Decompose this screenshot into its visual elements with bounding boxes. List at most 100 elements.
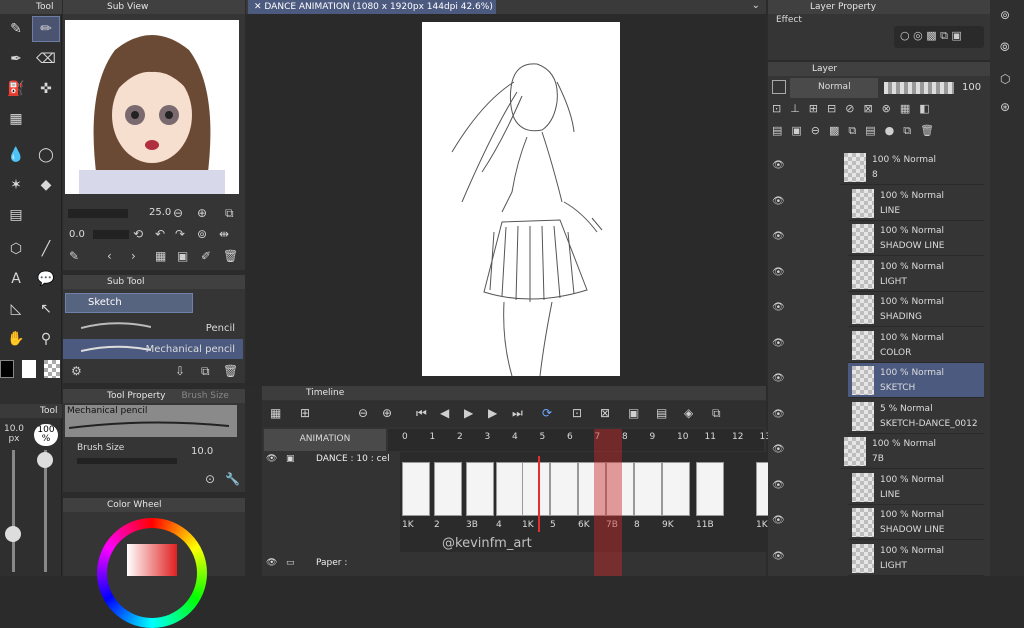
magic-wand-icon[interactable]: ✶: [2, 172, 30, 198]
next-icon[interactable]: ›: [131, 249, 136, 263]
eyedropper-tool-icon[interactable]: ⚲: [32, 326, 60, 352]
layer-eye-icon[interactable]: 👁: [772, 267, 785, 278]
frame-number[interactable]: 10: [677, 432, 688, 442]
frame-number[interactable]: 1: [430, 432, 436, 442]
layer-row[interactable]: 👁 100 % Normal LINE: [772, 185, 984, 221]
layer-eye-icon[interactable]: 👁: [772, 373, 785, 384]
layer-row[interactable]: 👁 100 % Normal SHADOW LINE: [772, 505, 984, 540]
trash-icon[interactable]: 🗑: [223, 364, 238, 378]
eye-icon[interactable]: 👁: [266, 454, 277, 464]
frame-number[interactable]: 5: [540, 432, 546, 442]
drawing-canvas[interactable]: [422, 22, 620, 377]
saturation-square[interactable]: [127, 544, 177, 576]
playhead[interactable]: [538, 456, 540, 532]
history-dock-icon[interactable]: ⦾: [1000, 40, 1010, 55]
text-tool-icon[interactable]: A: [2, 266, 30, 292]
settings-icon[interactable]: ⊙: [205, 472, 215, 486]
frame-number[interactable]: 11: [705, 432, 716, 442]
rotate-right-icon[interactable]: ↷: [175, 227, 185, 241]
cel-frame[interactable]: [522, 462, 550, 516]
camera-icon[interactable]: ⧉: [712, 406, 721, 421]
blend-tool-icon[interactable]: ✜: [32, 76, 60, 102]
cel-frame[interactable]: [662, 462, 690, 516]
wrench-icon[interactable]: 🔧: [225, 472, 240, 486]
gradient-tool-icon[interactable]: ▤: [2, 202, 30, 228]
layer-toolbar-row2[interactable]: ▤▣⊖▩⧉▤●⧉🗑: [772, 124, 986, 142]
ruler-tool-icon[interactable]: ◺: [2, 296, 30, 322]
paper-eye-icon[interactable]: 👁: [266, 558, 277, 568]
pencil-tool-icon[interactable]: ✏: [32, 16, 60, 42]
subtool-settings-icon[interactable]: ⚙: [71, 364, 82, 378]
onion-skin-icon[interactable]: ▣: [628, 406, 639, 420]
balloon-tool-icon[interactable]: 💬: [32, 266, 60, 292]
play-icon[interactable]: ▶: [464, 406, 473, 420]
main-color-swatch[interactable]: [0, 360, 14, 378]
brush-size-slider-handle[interactable]: [5, 526, 21, 542]
layer-row[interactable]: 👁 100 % Normal 7B: [772, 434, 984, 469]
canvas-area[interactable]: [246, 14, 766, 386]
last-frame-icon[interactable]: ⏭: [512, 406, 523, 421]
cel-frame[interactable]: [550, 462, 578, 516]
chevron-down-icon[interactable]: ⌄: [752, 0, 760, 11]
frame-number[interactable]: 6: [567, 432, 573, 442]
frame-number[interactable]: 9: [650, 432, 656, 442]
transparent-color-swatch[interactable]: [44, 360, 60, 378]
fill-tool-icon[interactable]: 💧: [2, 142, 30, 168]
layer-row[interactable]: 👁 100 % Normal 8: [772, 150, 984, 185]
frame-ruler[interactable]: 0 1 2 3 4 5 6 7 8 9 10 11 12 13: [388, 429, 771, 451]
brush-size-slider[interactable]: [12, 450, 15, 572]
rotate-left-icon[interactable]: ↶: [155, 227, 165, 241]
assign-cel-icon[interactable]: ⊠: [600, 406, 610, 420]
layer-row[interactable]: 👁 100 % Normal SHADING: [772, 292, 984, 327]
layer-property-dock-icon[interactable]: ⊚: [1000, 8, 1010, 22]
frame-number[interactable]: 8: [622, 432, 628, 442]
layer-row[interactable]: 👁 100 % Normal COLOR: [772, 327, 984, 363]
timeline-settings-icon[interactable]: ⊞: [300, 406, 310, 420]
brush-tool-icon[interactable]: ✒: [2, 46, 30, 72]
layer-eye-icon[interactable]: 👁: [772, 480, 785, 491]
new-timeline-icon[interactable]: ▦: [270, 406, 281, 420]
layer-row[interactable]: 👁 100 % Normal LINE: [772, 469, 984, 505]
light-table-icon[interactable]: ▤: [656, 406, 667, 420]
zoom-out-icon[interactable]: ⊖: [173, 206, 183, 220]
loop-icon[interactable]: ⟳: [542, 406, 552, 420]
airbrush-tool-icon[interactable]: ⛽: [2, 76, 30, 102]
3d-object-icon[interactable]: ⬡: [2, 236, 30, 262]
opacity-slider[interactable]: [44, 450, 47, 572]
flip-horizontal-icon[interactable]: ⇹: [219, 227, 229, 241]
sub-color-swatch[interactable]: [22, 360, 36, 378]
lasso-tool-icon[interactable]: ◯: [32, 142, 60, 168]
line-tool-icon[interactable]: ╱: [32, 236, 60, 262]
layer-eye-icon[interactable]: 👁: [772, 409, 785, 420]
download-icon[interactable]: ⇩: [175, 364, 185, 378]
first-frame-icon[interactable]: ⏮: [416, 406, 427, 421]
frame-number[interactable]: 12: [732, 432, 743, 442]
subtool-group-tab[interactable]: Sketch: [65, 293, 193, 313]
brush-size-tab[interactable]: Brush Size: [181, 391, 228, 401]
layer-eye-icon[interactable]: 👁: [772, 338, 785, 349]
layer-row[interactable]: 👁 100 % Normal LIGHT: [772, 256, 984, 292]
eraser-tool-icon[interactable]: ⌫: [32, 46, 60, 72]
prev-icon[interactable]: ‹: [107, 249, 112, 263]
pen-tool-icon[interactable]: ✎: [2, 16, 30, 42]
layer-row[interactable]: 👁 100 % Normal LIGHT: [772, 540, 984, 576]
delete-icon[interactable]: 🗑: [223, 249, 238, 263]
subtool-item-pencil[interactable]: Pencil: [63, 319, 243, 339]
duplicate-icon[interactable]: ⧉: [201, 364, 210, 379]
layer-eye-icon[interactable]: 👁: [772, 302, 785, 313]
image-icon[interactable]: ▣: [177, 249, 188, 263]
grid-icon[interactable]: ▦: [155, 249, 166, 263]
layer-eye-icon[interactable]: 👁: [772, 196, 785, 207]
operation-tool-icon[interactable]: ↖: [32, 296, 60, 322]
zoom-in-icon[interactable]: ⊕: [382, 406, 392, 420]
zoom-out-icon[interactable]: ⊖: [358, 406, 368, 420]
brush-size-bar[interactable]: [77, 458, 177, 464]
layer-eye-icon[interactable]: 👁: [772, 515, 785, 526]
new-cel-icon[interactable]: ⊡: [572, 406, 582, 420]
subtool-item-mechanical-pencil[interactable]: Mechanical pencil: [63, 339, 243, 359]
layer-row[interactable]: 👁 100 % Normal SHADOW LINE: [772, 221, 984, 256]
cel-frame[interactable]: [402, 462, 430, 516]
reset-view-icon[interactable]: ⊚: [197, 227, 207, 241]
next-frame-icon[interactable]: ▶: [488, 406, 497, 420]
opacity-slider[interactable]: [884, 82, 954, 94]
